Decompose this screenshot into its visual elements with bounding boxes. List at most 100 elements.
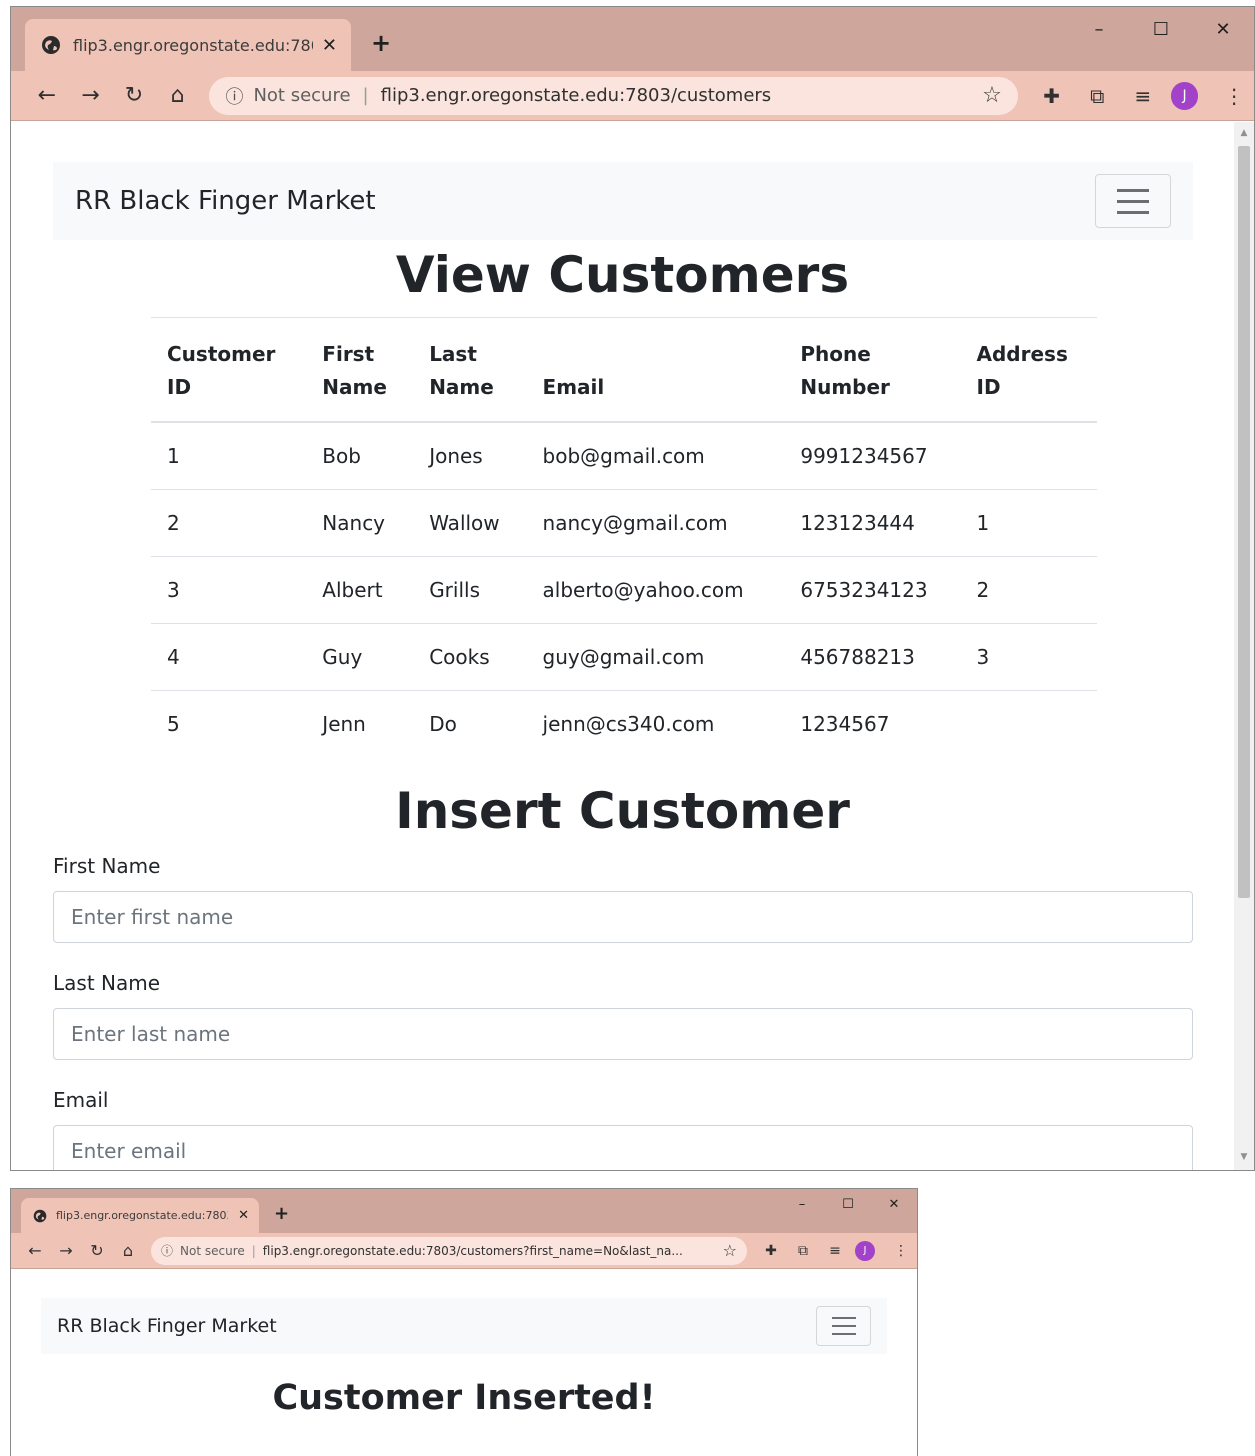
hamburger-line [831, 1333, 856, 1335]
email-input[interactable] [53, 1125, 1193, 1170]
home-icon[interactable]: ⌂ [158, 76, 198, 116]
last-name-label: Last Name [53, 971, 161, 995]
hamburger-line [831, 1317, 856, 1319]
media-queue-icon[interactable]: ≡ [1123, 76, 1163, 116]
table-cell: bob@gmail.com [526, 422, 785, 490]
tab-close-icon[interactable]: ✕ [322, 35, 337, 56]
url-text[interactable]: flip3.engr.oregonstate.edu:7803/customer… [263, 1244, 683, 1258]
new-tab-button[interactable]: + [371, 29, 391, 57]
table-cell: Do [429, 711, 457, 736]
media-queue-icon[interactable]: ≡ [821, 1237, 849, 1265]
reload-icon[interactable]: ↻ [114, 76, 154, 116]
title-bar: flip3.engr.oregonstate.edu:7803/customer… [11, 7, 1254, 71]
address-separator: | [362, 85, 369, 106]
first-name-group: First Name [53, 854, 1193, 943]
scroll-up-arrow-icon[interactable]: ▲ [1234, 124, 1254, 142]
info-icon[interactable]: ⓘ [161, 1242, 173, 1259]
browser-tab[interactable]: flip3.engr.oregonstate.edu:7803/customer… [25, 19, 351, 71]
hamburger-line [1117, 188, 1149, 192]
globe-icon [42, 36, 60, 54]
close-window-button[interactable]: ✕ [871, 1189, 917, 1219]
table-cell: 1 [960, 489, 1097, 557]
not-secure-label: Not secure [253, 85, 351, 106]
navbar-toggler-button[interactable] [1095, 174, 1171, 228]
site-navbar: RR Black Finger Market [41, 1298, 887, 1354]
close-window-button[interactable]: ✕ [1192, 7, 1254, 51]
column-header: Address ID [976, 342, 1068, 399]
table-row: 2 Nancy Wallow nancy@gmail.com 123123444… [151, 489, 1097, 557]
table-cell: 123123444 [784, 489, 961, 557]
table-cell: Wallow [413, 489, 527, 557]
address-bar[interactable]: ⓘ Not secure | flip3.engr.oregonstate.ed… [209, 76, 1018, 115]
tab-close-icon[interactable]: ✕ [238, 1208, 249, 1223]
table-cell: 3 [960, 623, 1097, 691]
navbar-brand[interactable]: RR Black Finger Market [75, 186, 376, 216]
hamburger-line [1117, 210, 1149, 214]
address-bar[interactable]: ⓘ Not secure | flip3.engr.oregonstate.ed… [151, 1236, 747, 1265]
bookmark-star-icon[interactable]: ☆ [723, 1241, 737, 1260]
navbar-toggler-button[interactable] [816, 1306, 871, 1346]
cast-icon[interactable]: ⧉ [1077, 76, 1117, 116]
table-cell: 9991234567 [784, 422, 961, 490]
back-icon[interactable]: ← [27, 76, 67, 116]
info-icon[interactable]: ⓘ [225, 83, 243, 109]
first-name-label: First Name [53, 854, 161, 878]
column-header: First Name [322, 342, 387, 399]
table-cell: Jenn [322, 711, 366, 736]
table-cell: alberto@yahoo.com [526, 556, 785, 624]
table-cell: 5 [167, 711, 180, 736]
reload-icon[interactable]: ↻ [83, 1237, 111, 1265]
browser-tab[interactable]: flip3.engr.oregonstate.edu:7803/customer… [21, 1198, 259, 1233]
insert-customer-form: First Name Last Name Email [53, 854, 1193, 1170]
table-cell: 4 [151, 623, 307, 691]
table-cell: Nancy [306, 489, 414, 557]
navbar-brand[interactable]: RR Black Finger Market [57, 1315, 277, 1337]
url-text[interactable]: flip3.engr.oregonstate.edu:7803/customer… [381, 85, 772, 106]
hamburger-line [1117, 199, 1149, 203]
table-cell: 1234567 [800, 711, 890, 736]
maximize-button[interactable]: ☐ [1130, 7, 1192, 51]
table-cell: Albert [306, 556, 414, 624]
table-cell: 456788213 [784, 623, 961, 691]
forward-icon[interactable]: → [71, 76, 111, 116]
table-cell: 6753234123 [784, 556, 961, 624]
hamburger-line [831, 1325, 856, 1327]
new-tab-button[interactable]: + [274, 1203, 289, 1224]
last-name-input[interactable] [53, 1008, 1193, 1060]
table-row: 3 Albert Grills alberto@yahoo.com 675323… [151, 556, 1097, 624]
table-cell [961, 690, 1097, 757]
browser-window-customers: flip3.engr.oregonstate.edu:7803/customer… [10, 6, 1255, 1171]
cast-icon[interactable]: ⧉ [789, 1237, 817, 1265]
page-viewport: RR Black Finger Market Customer Inserted… [11, 1270, 917, 1456]
table-row: 4 Guy Cooks guy@gmail.com 456788213 3 [151, 623, 1097, 691]
customer-inserted-heading: Customer Inserted! [272, 1378, 656, 1418]
profile-avatar[interactable]: J [1170, 81, 1199, 110]
email-group: Email [53, 1088, 1193, 1170]
maximize-button[interactable]: ☐ [825, 1189, 871, 1219]
column-header: Customer ID [167, 342, 276, 399]
profile-avatar[interactable]: J [855, 1240, 875, 1261]
table-cell: 2 [960, 556, 1097, 624]
window-controls: – ☐ ✕ [1068, 7, 1254, 51]
minimize-button[interactable]: – [779, 1189, 825, 1219]
email-label: Email [53, 1088, 109, 1112]
extensions-puzzle-icon[interactable]: ✚ [1032, 76, 1072, 116]
last-name-group: Last Name [53, 971, 1193, 1060]
not-secure-label: Not secure [180, 1243, 245, 1258]
scroll-down-arrow-icon[interactable]: ▼ [1234, 1148, 1254, 1166]
vertical-scrollbar[interactable]: ▲ ▼ [1234, 122, 1254, 1170]
chrome-menu-icon[interactable]: ⋮ [887, 1237, 915, 1265]
home-icon[interactable]: ⌂ [114, 1237, 142, 1265]
chrome-menu-icon[interactable]: ⋮ [1214, 76, 1254, 116]
extensions-puzzle-icon[interactable]: ✚ [757, 1237, 785, 1265]
bookmark-star-icon[interactable]: ☆ [982, 83, 1002, 108]
browser-window-inserted: flip3.engr.oregonstate.edu:7803/customer… [10, 1188, 918, 1456]
forward-icon[interactable]: → [52, 1237, 80, 1265]
first-name-input[interactable] [53, 891, 1193, 943]
page-viewport: RR Black Finger Market View Customers Cu… [11, 122, 1234, 1170]
customers-table: Customer ID First Name Last Name Email Phon… [151, 317, 1097, 757]
scrollbar-thumb[interactable] [1238, 146, 1250, 898]
back-icon[interactable]: ← [21, 1237, 49, 1265]
globe-icon [33, 1209, 47, 1222]
minimize-button[interactable]: – [1068, 7, 1130, 51]
